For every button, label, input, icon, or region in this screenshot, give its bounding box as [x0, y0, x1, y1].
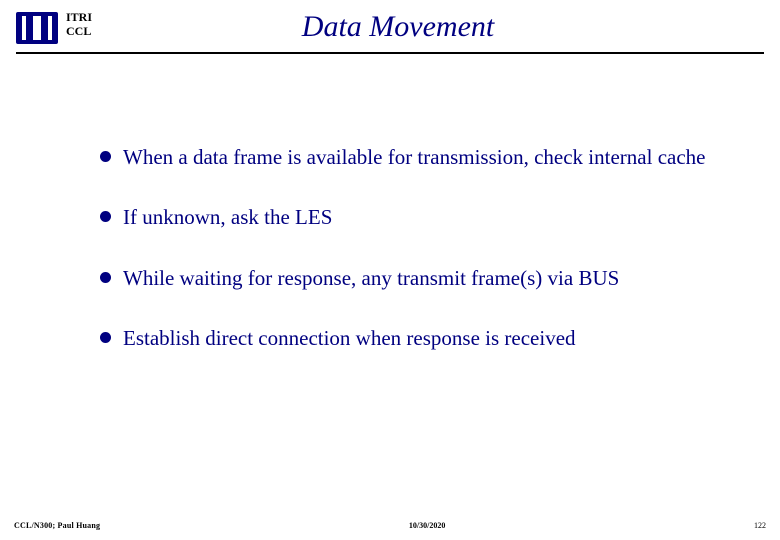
slide-content: When a data frame is available for trans… [0, 54, 780, 351]
footer-page-number: 122 [754, 521, 766, 530]
slide-footer: CCL/N300; Paul Huang 10/30/2020 122 [0, 521, 780, 530]
list-item: Establish direct connection when respons… [100, 325, 720, 351]
org-line-1: ITRI [66, 10, 92, 24]
slide-title: Data Movement [92, 10, 764, 44]
bullet-icon [100, 211, 111, 222]
org-logo-icon [16, 10, 58, 46]
bullet-text: While waiting for response, any transmit… [123, 265, 619, 291]
org-line-2: CCL [66, 24, 92, 38]
list-item: While waiting for response, any transmit… [100, 265, 720, 291]
logo-block: ITRI CCL [16, 10, 92, 46]
bullet-text: If unknown, ask the LES [123, 204, 332, 230]
list-item: When a data frame is available for trans… [100, 144, 720, 170]
slide: ITRI CCL Data Movement When a data frame… [0, 0, 780, 540]
org-text: ITRI CCL [66, 10, 92, 39]
bullet-icon [100, 151, 111, 162]
bullet-text: When a data frame is available for trans… [123, 144, 705, 170]
slide-header: ITRI CCL Data Movement [0, 0, 780, 46]
bullet-icon [100, 272, 111, 283]
bullet-list: When a data frame is available for trans… [100, 144, 720, 351]
bullet-text: Establish direct connection when respons… [123, 325, 576, 351]
bullet-icon [100, 332, 111, 343]
footer-author: CCL/N300; Paul Huang [14, 521, 100, 530]
list-item: If unknown, ask the LES [100, 204, 720, 230]
footer-date: 10/30/2020 [409, 521, 445, 530]
